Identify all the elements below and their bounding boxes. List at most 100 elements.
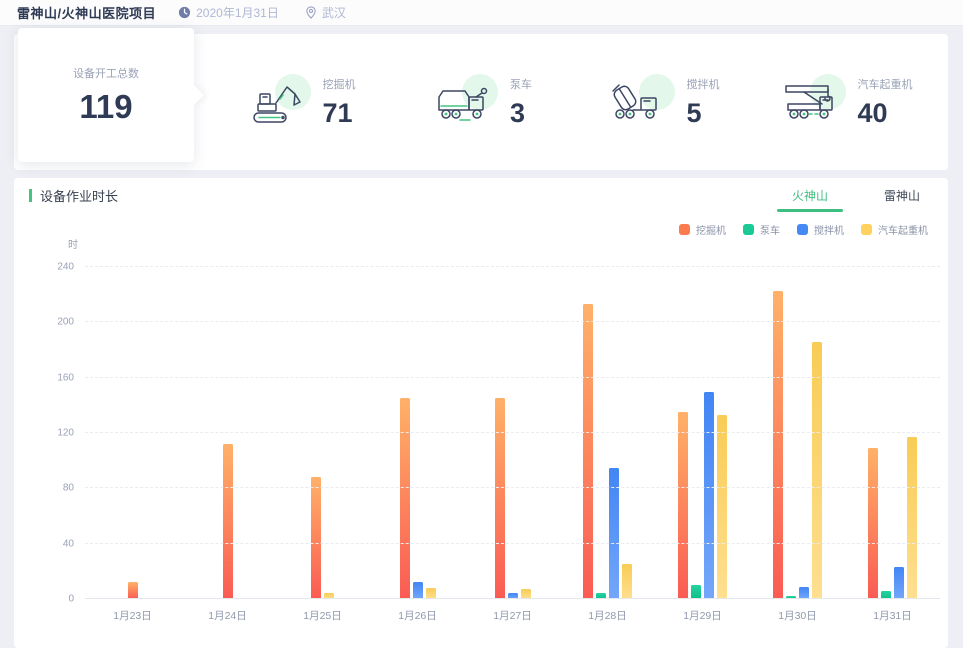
bar-汽车起重机[interactable] [717,415,727,599]
legend-swatch [679,224,690,235]
pump-truck-icon [434,77,494,127]
legend-label: 泵车 [760,222,780,237]
bar-group: 1月28日 [560,267,655,599]
bar-group: 1月26日 [370,267,465,599]
date-display: 2020年1月31日 [178,4,279,21]
x-tick-label: 1月28日 [560,608,655,623]
plot-area: 1月23日1月24日1月25日1月26日1月27日1月28日1月29日1月30日… [85,267,940,599]
excavator-icon [247,77,307,127]
stat-value: 3 [510,99,532,129]
chart-legend: 挖掘机 泵车 搅拌机 汽车起重机 [662,222,928,237]
legend-swatch [797,224,808,235]
bar-挖掘机[interactable] [495,398,505,599]
location-pin-icon [305,6,317,19]
bar-挖掘机[interactable] [128,582,138,599]
y-axis: 04080120160200240 [14,267,74,599]
legend-swatch [861,224,872,235]
y-tick-label: 80 [14,483,74,494]
date-text: 2020年1月31日 [196,4,279,21]
stat-item-excavator: 挖掘机 71 [210,76,392,129]
stat-items-row: 挖掘机 71 泵 [210,34,938,170]
site-tabs: 火神山 雷神山 [764,178,948,212]
bar-group: 1月31日 [845,267,940,599]
total-label: 设备开工总数 [73,65,139,81]
stat-value: 71 [323,99,356,129]
stat-item-mixer-truck: 搅拌机 5 [574,76,756,129]
x-tick-label: 1月29日 [655,608,750,623]
location-display: 武汉 [305,4,346,21]
x-tick-label: 1月27日 [465,608,560,623]
total-equipment-card[interactable]: 设备开工总数 119 [18,28,194,162]
gridline [85,543,940,544]
bar-挖掘机[interactable] [311,477,321,599]
stat-label: 搅拌机 [687,76,720,92]
topbar: 雷神山/火神山医院项目 2020年1月31日 武汉 [0,0,963,26]
bar-group: 1月24日 [180,267,275,599]
legend-label: 挖掘机 [696,222,726,237]
bar-group: 1月25日 [275,267,370,599]
title-accent-bar [29,189,32,202]
stat-label: 汽车起重机 [858,76,913,92]
bar-汽车起重机[interactable] [812,342,822,599]
total-value: 119 [79,88,132,126]
y-tick-label: 40 [14,538,74,549]
x-tick-label: 1月31日 [845,608,940,623]
chart-header: 设备作业时长 火神山 雷神山 [14,178,948,212]
tab-huoshenshan[interactable]: 火神山 [764,178,856,212]
tab-leishenshan[interactable]: 雷神山 [856,178,948,212]
stat-value: 40 [858,99,913,129]
y-tick-label: 200 [14,317,74,328]
bar-挖掘机[interactable] [583,304,593,599]
legend-item-搅拌机[interactable]: 搅拌机 [797,222,844,237]
gridline [85,266,940,267]
working-hours-chart-panel: 设备作业时长 火神山 雷神山 挖掘机 泵车 搅拌机 汽车起重机 时 0 40 80 120 1… [14,178,948,648]
project-title: 雷神山/火神山医院项目 [17,3,156,22]
bar-汽车起重机[interactable] [622,564,632,599]
mixer-truck-icon [611,77,671,127]
y-tick-label: 0 [14,594,74,605]
x-tick-label: 1月30日 [750,608,845,623]
y-axis-unit-label: 时 [54,236,78,251]
bar-groups: 1月23日1月24日1月25日1月26日1月27日1月28日1月29日1月30日… [85,267,940,599]
stat-label: 泵车 [510,76,532,92]
bar-搅拌机[interactable] [894,567,904,599]
bar-挖掘机[interactable] [773,291,783,599]
gridline [85,377,940,378]
stat-item-truck-crane: 汽车起重机 40 [756,76,938,129]
legend-item-泵车[interactable]: 泵车 [743,222,780,237]
bar-挖掘机[interactable] [400,398,410,599]
bar-挖掘机[interactable] [223,444,233,599]
gridline [85,487,940,488]
chart-title: 设备作业时长 [40,186,118,205]
bar-汽车起重机[interactable] [907,437,917,599]
x-tick-label: 1月24日 [180,608,275,623]
legend-label: 搅拌机 [814,222,844,237]
bar-搅拌机[interactable] [413,582,423,599]
x-tick-label: 1月23日 [85,608,180,623]
bar-group: 1月30日 [750,267,845,599]
card-arrow-pointer [184,85,204,105]
legend-label: 汽车起重机 [878,222,928,237]
location-text: 武汉 [322,4,346,21]
x-tick-label: 1月26日 [370,608,465,623]
bar-泵车[interactable] [691,585,701,599]
y-tick-label: 120 [14,428,74,439]
equipment-stats-panel: 设备开工总数 119 挖掘机 71 [14,34,948,170]
y-tick-label: 160 [14,372,74,383]
bar-挖掘机[interactable] [868,448,878,599]
clock-icon [178,6,191,19]
bar-挖掘机[interactable] [678,412,688,599]
bar-group: 1月27日 [465,267,560,599]
legend-item-汽车起重机[interactable]: 汽车起重机 [861,222,928,237]
gridline [85,432,940,433]
y-tick-label: 240 [14,262,74,273]
x-tick-label: 1月25日 [275,608,370,623]
legend-item-挖掘机[interactable]: 挖掘机 [679,222,726,237]
truck-crane-icon [782,77,842,127]
bar-搅拌机[interactable] [704,392,714,600]
bar-group: 1月23日 [85,267,180,599]
gridline [85,321,940,322]
stat-value: 5 [687,99,720,129]
legend-swatch [743,224,754,235]
gridline [85,598,940,599]
